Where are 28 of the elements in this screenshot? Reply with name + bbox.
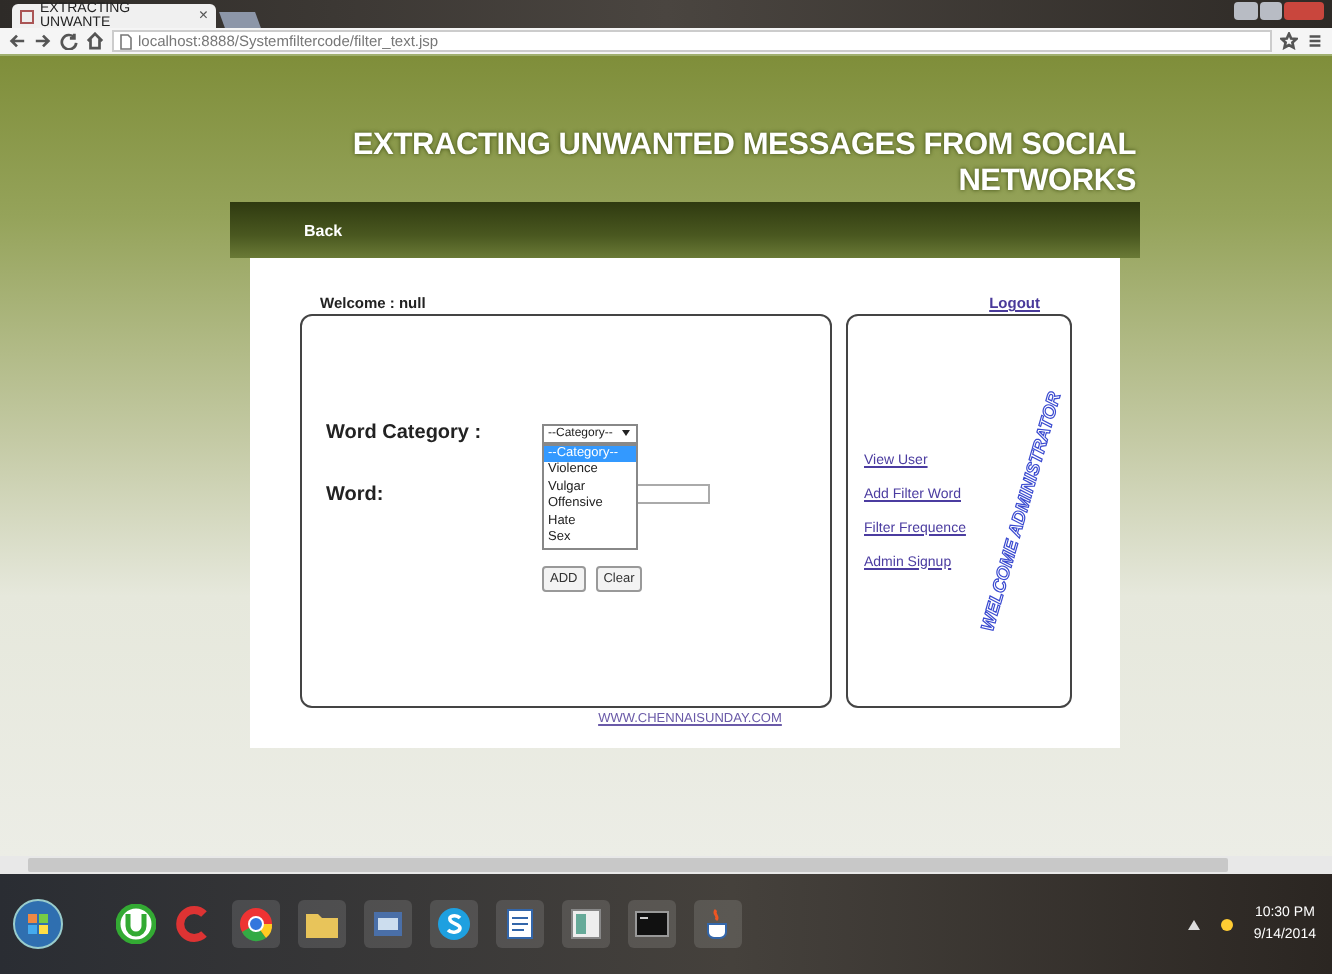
word-input[interactable] — [636, 484, 710, 504]
maximize-button[interactable] — [1260, 2, 1282, 20]
tab-close-button[interactable]: × — [198, 8, 208, 24]
field-label: Word: — [326, 483, 386, 505]
back-arrow-icon[interactable] — [8, 32, 26, 50]
back-link[interactable]: Back — [304, 221, 343, 239]
page-title: EXTRACTING UNWANTED MESSAGES FROM SOCIAL NETWORKS — [350, 126, 1138, 202]
page-icon — [120, 33, 132, 49]
forward-arrow-icon[interactable] — [34, 32, 52, 50]
home-icon[interactable] — [86, 32, 104, 50]
star-icon[interactable] — [1280, 32, 1298, 50]
panel-icon[interactable] — [568, 906, 604, 942]
scrollbar-thumb[interactable] — [28, 858, 1228, 872]
reload-icon[interactable] — [60, 32, 78, 50]
menu-icon[interactable] — [1306, 32, 1324, 50]
field-label: Word Category : — [326, 422, 484, 444]
document-icon[interactable] — [502, 906, 538, 942]
page-icon — [20, 9, 34, 23]
tray-arrow-icon[interactable] — [1187, 919, 1200, 929]
minimize-button[interactable] — [1234, 2, 1258, 20]
torrent-icon[interactable] — [116, 904, 156, 944]
terminal-icon[interactable] — [634, 906, 670, 942]
new-tab-button[interactable] — [219, 12, 261, 28]
browser-icon[interactable] — [238, 906, 274, 942]
chat-icon[interactable] — [436, 906, 472, 942]
caret-icon — [622, 430, 630, 436]
window-icon[interactable] — [370, 906, 406, 942]
start-button[interactable] — [12, 898, 64, 950]
